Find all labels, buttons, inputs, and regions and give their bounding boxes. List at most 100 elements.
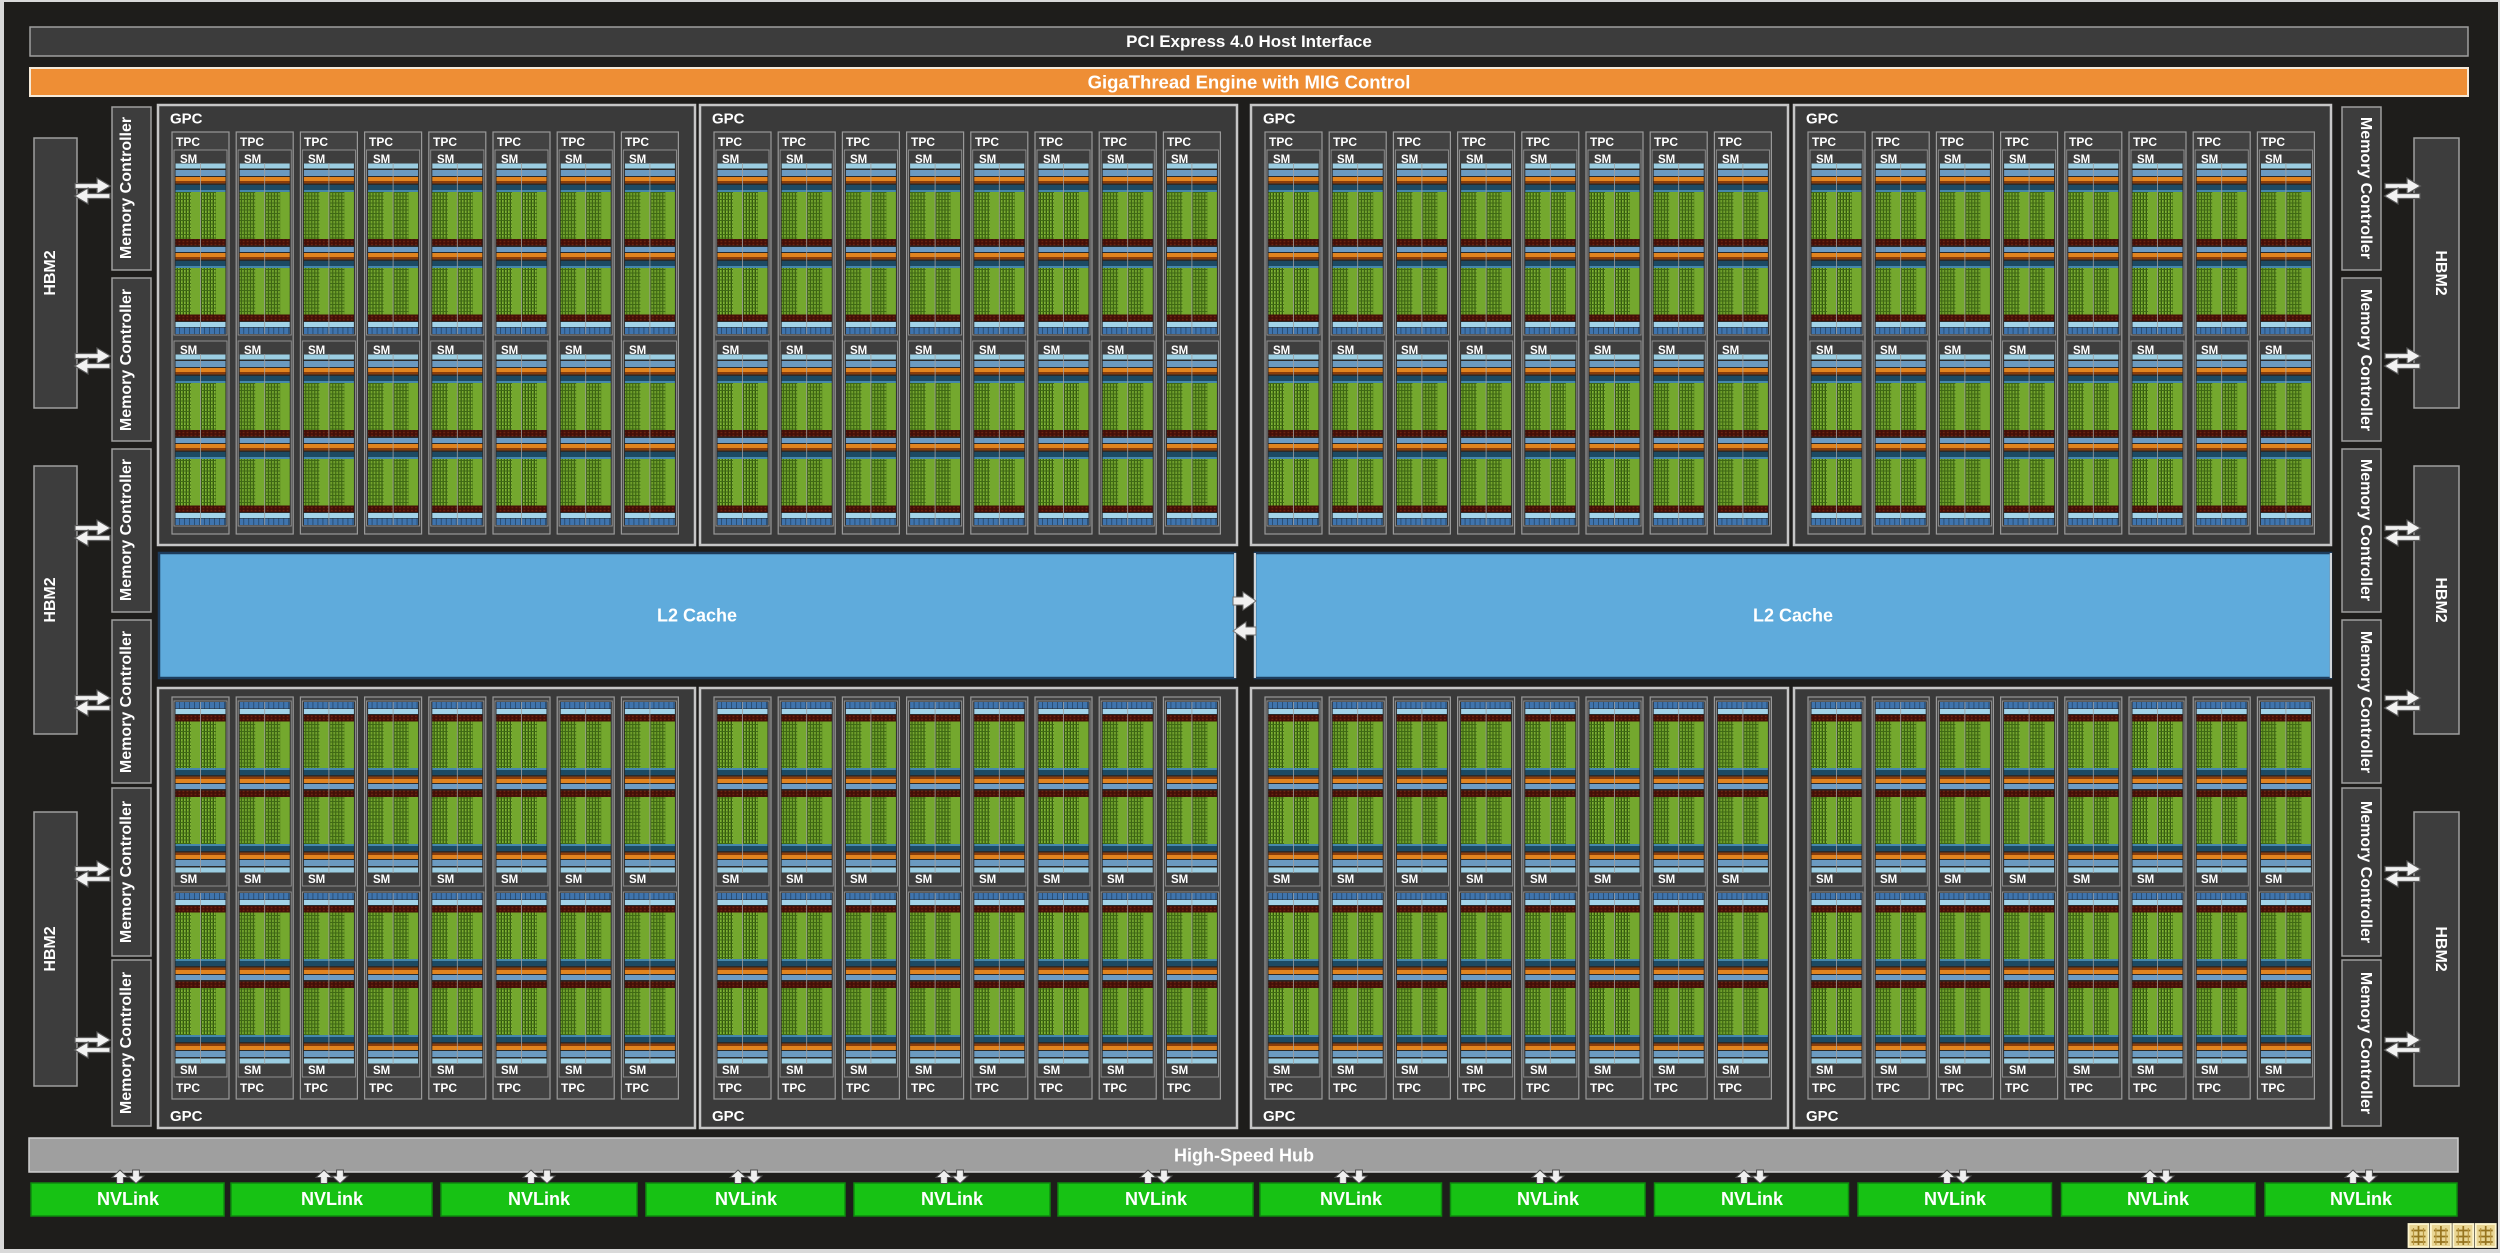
svg-text:TPC: TPC — [369, 1081, 393, 1095]
svg-text:TPC: TPC — [846, 1081, 870, 1095]
svg-text:SM: SM — [373, 1065, 390, 1077]
svg-text:SM: SM — [786, 154, 803, 166]
svg-text:SM: SM — [1337, 154, 1354, 166]
svg-text:SM: SM — [1273, 345, 1290, 357]
svg-text:TPC: TPC — [369, 135, 393, 149]
svg-text:SM: SM — [979, 874, 996, 886]
svg-text:SM: SM — [1944, 874, 1961, 886]
svg-text:SM: SM — [308, 1065, 325, 1077]
svg-text:SM: SM — [1530, 154, 1547, 166]
svg-text:TPC: TPC — [782, 135, 806, 149]
svg-text:SM: SM — [1594, 345, 1611, 357]
svg-text:SM: SM — [501, 874, 518, 886]
svg-text:TPC: TPC — [240, 135, 264, 149]
svg-text:TPC: TPC — [911, 1081, 935, 1095]
svg-text:NVLink: NVLink — [2330, 1189, 2393, 1209]
svg-text:NVLink: NVLink — [1320, 1189, 1383, 1209]
svg-text:TPC: TPC — [1876, 1081, 1900, 1095]
svg-text:SM: SM — [915, 874, 932, 886]
svg-text:SM: SM — [786, 345, 803, 357]
svg-text:L2 Cache: L2 Cache — [657, 606, 737, 626]
svg-text:SM: SM — [565, 874, 582, 886]
svg-text:SM: SM — [1658, 154, 1675, 166]
svg-text:TPC: TPC — [1590, 1081, 1614, 1095]
svg-text:SM: SM — [1944, 1065, 1961, 1077]
svg-text:NVLink: NVLink — [1125, 1189, 1188, 1209]
svg-text:HBM2: HBM2 — [42, 250, 59, 295]
svg-text:SM: SM — [1171, 1065, 1188, 1077]
svg-text:TPC: TPC — [497, 1081, 521, 1095]
svg-text:SM: SM — [1273, 154, 1290, 166]
svg-text:SM: SM — [2009, 874, 2026, 886]
svg-text:SM: SM — [915, 154, 932, 166]
svg-text:TPC: TPC — [1397, 135, 1421, 149]
svg-text:TPC: TPC — [718, 135, 742, 149]
svg-text:SM: SM — [786, 874, 803, 886]
svg-text:Memory Controller: Memory Controller — [2357, 289, 2374, 431]
svg-text:TPC: TPC — [1876, 135, 1900, 149]
svg-text:TPC: TPC — [2261, 135, 2285, 149]
svg-text:TPC: TPC — [2069, 1081, 2093, 1095]
svg-text:GPC: GPC — [712, 111, 745, 128]
svg-text:SM: SM — [1401, 1065, 1418, 1077]
svg-text:SM: SM — [2073, 1065, 2090, 1077]
svg-text:SM: SM — [2009, 345, 2026, 357]
svg-text:Memory Controller: Memory Controller — [2357, 631, 2374, 773]
svg-text:GPC: GPC — [1806, 1108, 1839, 1125]
svg-text:SM: SM — [2265, 874, 2282, 886]
svg-text:SM: SM — [2201, 154, 2218, 166]
svg-text:SM: SM — [979, 1065, 996, 1077]
svg-text:SM: SM — [1043, 154, 1060, 166]
svg-text:L2 Cache: L2 Cache — [1753, 606, 1833, 626]
svg-text:TPC: TPC — [975, 135, 999, 149]
svg-text:TPC: TPC — [625, 135, 649, 149]
svg-text:TPC: TPC — [1039, 135, 1063, 149]
svg-text:TPC: TPC — [846, 135, 870, 149]
svg-text:SM: SM — [1658, 1065, 1675, 1077]
svg-text:TPC: TPC — [1940, 135, 1964, 149]
svg-text:SM: SM — [1337, 1065, 1354, 1077]
svg-text:TPC: TPC — [1167, 135, 1191, 149]
svg-text:HBM2: HBM2 — [42, 577, 59, 622]
svg-text:NVLink: NVLink — [1721, 1189, 1784, 1209]
svg-text:NVLink: NVLink — [921, 1189, 984, 1209]
svg-text:SM: SM — [1401, 154, 1418, 166]
svg-text:SM: SM — [1880, 345, 1897, 357]
svg-text:SM: SM — [437, 345, 454, 357]
svg-text:SM: SM — [244, 154, 261, 166]
svg-text:SM: SM — [1816, 154, 1833, 166]
svg-text:SM: SM — [979, 345, 996, 357]
svg-text:SM: SM — [2009, 1065, 2026, 1077]
svg-text:TPC: TPC — [1269, 135, 1293, 149]
svg-text:SM: SM — [1944, 345, 1961, 357]
svg-text:SM: SM — [1466, 874, 1483, 886]
svg-text:SM: SM — [2201, 1065, 2218, 1077]
svg-text:GPC: GPC — [170, 1108, 203, 1125]
svg-text:SM: SM — [722, 874, 739, 886]
svg-text:SM: SM — [437, 1065, 454, 1077]
svg-text:SM: SM — [2137, 1065, 2154, 1077]
svg-text:TPC: TPC — [1812, 1081, 1836, 1095]
svg-text:SM: SM — [244, 1065, 261, 1077]
svg-text:SM: SM — [1107, 1065, 1124, 1077]
svg-text:GPC: GPC — [1263, 1108, 1296, 1125]
svg-text:SM: SM — [850, 874, 867, 886]
svg-text:SM: SM — [373, 154, 390, 166]
svg-text:NVLink: NVLink — [715, 1189, 778, 1209]
svg-text:SM: SM — [1337, 345, 1354, 357]
svg-text:TPC: TPC — [304, 1081, 328, 1095]
svg-text:SM: SM — [565, 154, 582, 166]
svg-text:SM: SM — [501, 345, 518, 357]
svg-text:TPC: TPC — [2069, 135, 2093, 149]
svg-text:SM: SM — [2137, 154, 2154, 166]
svg-text:SM: SM — [565, 1065, 582, 1077]
svg-text:SM: SM — [2073, 345, 2090, 357]
svg-text:SM: SM — [1944, 154, 1961, 166]
svg-text:SM: SM — [437, 154, 454, 166]
svg-text:NVLink: NVLink — [1924, 1189, 1987, 1209]
svg-text:SM: SM — [915, 345, 932, 357]
svg-text:SM: SM — [373, 345, 390, 357]
svg-text:SM: SM — [1171, 154, 1188, 166]
svg-text:TPC: TPC — [1940, 1081, 1964, 1095]
svg-text:SM: SM — [2201, 874, 2218, 886]
